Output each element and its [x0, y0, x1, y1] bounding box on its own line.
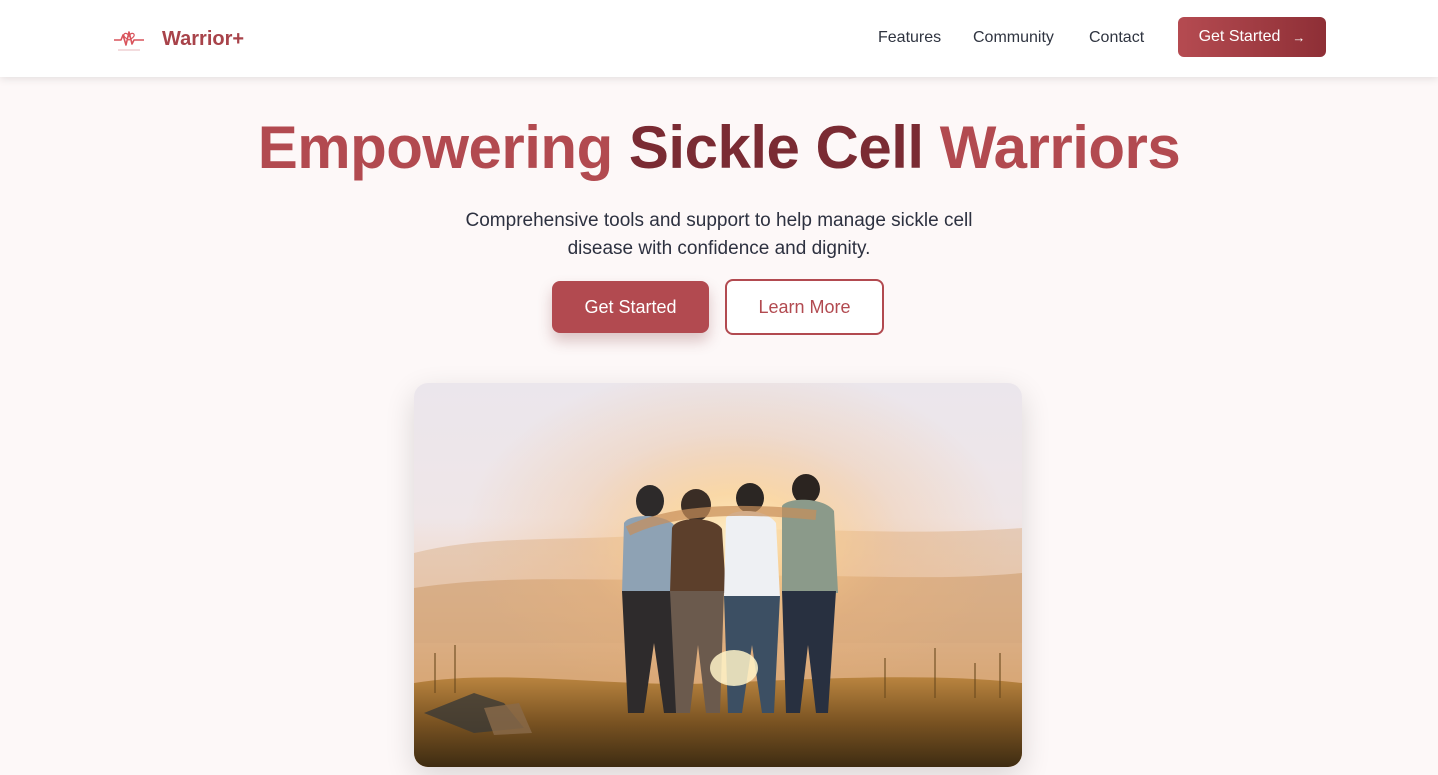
hero-get-started-button[interactable]: Get Started	[552, 281, 709, 333]
heartbeat-logo-icon	[114, 31, 144, 51]
hero-learn-more-button[interactable]: Learn More	[725, 279, 884, 335]
hero-title: Empowering Sickle Cell Warriors	[0, 112, 1438, 184]
hero-title-part2: Sickle Cell	[628, 114, 924, 181]
brand-name: Warrior+	[162, 28, 245, 50]
hero-title-part1: Empowering	[257, 114, 614, 181]
navbar: Warrior+ Features Community Contact Get …	[0, 0, 1438, 77]
nav-get-started-button[interactable]: Get Started →	[1178, 17, 1326, 57]
nav-link-features[interactable]: Features	[878, 27, 941, 49]
nav-get-started-label: Get Started	[1198, 28, 1281, 45]
hero-image	[414, 383, 1022, 767]
brand[interactable]: Warrior+	[112, 22, 244, 56]
group-photo	[414, 383, 1022, 767]
nav-link-contact[interactable]: Contact	[1089, 27, 1144, 49]
hero-subtitle: Comprehensive tools and support to help …	[465, 210, 973, 259]
arrow-right-icon: →	[1292, 29, 1306, 45]
hero-title-part3: Warriors	[939, 114, 1181, 181]
nav-link-community[interactable]: Community	[973, 27, 1054, 49]
